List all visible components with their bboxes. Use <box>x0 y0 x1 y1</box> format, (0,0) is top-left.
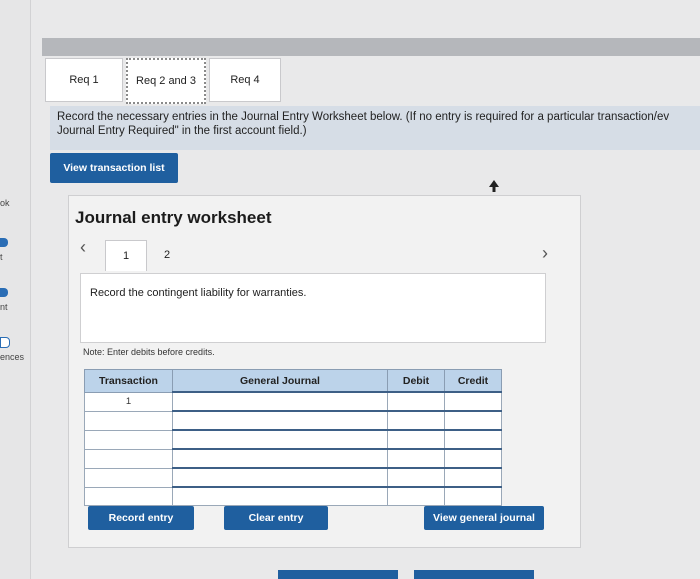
sidebar-item-icon[interactable] <box>0 288 8 297</box>
tab-req-4[interactable]: Req 4 <box>209 58 281 102</box>
table-row <box>84 410 502 431</box>
general-journal-input[interactable] <box>172 410 388 431</box>
transaction-description: Record the contingent liability for warr… <box>80 273 546 343</box>
instructions-line-2: Journal Entry Required" in the first acc… <box>57 125 307 137</box>
tab-label: Req 1 <box>69 74 99 86</box>
view-transaction-list-button[interactable]: View transaction list <box>50 153 178 183</box>
sidebar-item-icon[interactable] <box>0 238 8 247</box>
top-band <box>42 38 700 56</box>
header-general-journal: General Journal <box>172 369 388 393</box>
chevron-right-icon[interactable]: › <box>542 243 548 264</box>
table-row: 1 <box>84 391 502 412</box>
sidebar-label[interactable]: ok <box>0 198 10 208</box>
debit-input[interactable] <box>387 391 445 412</box>
bottom-nav-button[interactable] <box>278 570 398 579</box>
worksheet-pagination: 1 2 <box>105 240 187 271</box>
tab-label: Req 4 <box>230 74 260 86</box>
credit-input[interactable] <box>444 448 502 469</box>
debit-input[interactable] <box>387 467 445 488</box>
table-header-row: Transaction General Journal Debit Credit <box>84 369 502 393</box>
general-journal-input[interactable] <box>172 391 388 412</box>
tab-req-1[interactable]: Req 1 <box>45 58 123 102</box>
sidebar-item-icon[interactable] <box>0 337 10 348</box>
bottom-nav-button[interactable] <box>414 570 534 579</box>
table-row <box>84 486 502 506</box>
page-2-tab[interactable]: 2 <box>147 240 187 270</box>
tab-label: Req 2 and 3 <box>136 75 196 87</box>
transaction-cell: 1 <box>84 391 173 412</box>
credit-input[interactable] <box>444 429 502 450</box>
general-journal-input[interactable] <box>172 448 388 469</box>
instructions-banner: Record the necessary entries in the Jour… <box>50 106 700 150</box>
page-1-tab[interactable]: 1 <box>105 240 147 271</box>
worksheet-title: Journal entry worksheet <box>75 208 272 227</box>
credit-input[interactable] <box>444 486 502 506</box>
transaction-cell <box>84 467 173 488</box>
debit-credit-note: Note: Enter debits before credits. <box>83 347 215 357</box>
chevron-left-icon[interactable]: ‹ <box>80 237 86 258</box>
transaction-cell <box>84 429 173 450</box>
left-sidebar: ok t nt ences <box>0 0 31 579</box>
debit-input[interactable] <box>387 429 445 450</box>
table-row <box>84 448 502 469</box>
record-entry-button[interactable]: Record entry <box>88 506 194 530</box>
header-credit: Credit <box>444 369 502 393</box>
table-row <box>84 467 502 488</box>
header-transaction: Transaction <box>84 369 173 393</box>
table-row <box>84 429 502 450</box>
general-journal-input[interactable] <box>172 429 388 450</box>
instructions-line-1: Record the necessary entries in the Jour… <box>57 111 670 123</box>
transaction-cell <box>84 486 173 506</box>
transaction-cell <box>84 410 173 431</box>
credit-input[interactable] <box>444 467 502 488</box>
general-journal-input[interactable] <box>172 467 388 488</box>
sidebar-label[interactable]: ences <box>0 352 24 362</box>
general-journal-input[interactable] <box>172 486 388 506</box>
clear-entry-button[interactable]: Clear entry <box>224 506 328 530</box>
header-debit: Debit <box>387 369 445 393</box>
sidebar-label[interactable]: t <box>0 252 3 262</box>
journal-entry-table: Transaction General Journal Debit Credit… <box>84 369 502 506</box>
credit-input[interactable] <box>444 410 502 431</box>
sidebar-label[interactable]: nt <box>0 302 8 312</box>
debit-input[interactable] <box>387 448 445 469</box>
requirement-tabs: Req 1 Req 2 and 3 Req 4 <box>45 58 284 104</box>
debit-input[interactable] <box>387 410 445 431</box>
credit-input[interactable] <box>444 391 502 412</box>
view-general-journal-button[interactable]: View general journal <box>424 506 544 530</box>
tab-req-2-and-3[interactable]: Req 2 and 3 <box>126 58 206 104</box>
debit-input[interactable] <box>387 486 445 506</box>
mouse-cursor-icon <box>489 180 499 192</box>
transaction-cell <box>84 448 173 469</box>
